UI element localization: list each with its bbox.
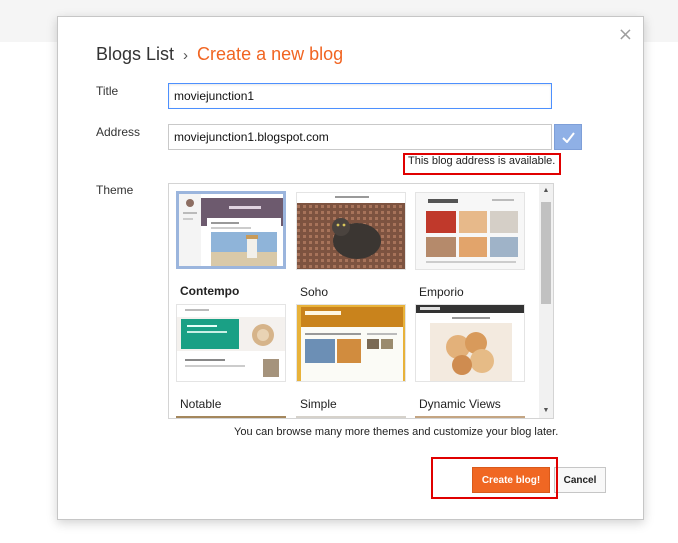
breadcrumb-separator: › <box>183 47 189 64</box>
theme-name-notable: Notable <box>180 397 222 411</box>
scroll-thumb[interactable] <box>541 202 551 304</box>
theme-scrollbar[interactable]: ▲ ▼ <box>539 184 553 418</box>
scroll-up-arrow-icon[interactable]: ▲ <box>539 184 553 198</box>
theme-picker[interactable]: Contempo Soho Emporio Notable Simple Dyn… <box>168 183 554 419</box>
address-input[interactable] <box>168 124 552 150</box>
theme-name-emporio: Emporio <box>419 285 464 299</box>
breadcrumb-current: Create a new blog <box>197 44 344 64</box>
theme-thumbnail-emporio <box>415 192 525 270</box>
address-label: Address <box>96 125 141 139</box>
title-input[interactable] <box>168 83 552 109</box>
theme-thumbnail-dynamic-views <box>415 304 525 382</box>
theme-name-dynamic-views: Dynamic Views <box>419 397 501 411</box>
close-icon[interactable]: × <box>618 25 633 45</box>
address-check-button[interactable] <box>554 124 582 150</box>
availability-highlight <box>403 153 561 175</box>
title-label: Title <box>96 84 119 98</box>
theme-hint-text: You can browse many more themes and cust… <box>234 426 559 438</box>
theme-thumbnail-soho <box>296 192 406 270</box>
theme-label: Theme <box>96 183 134 197</box>
theme-name-simple: Simple <box>300 397 337 411</box>
theme-thumbnail-notable <box>176 304 286 382</box>
theme-name-contempo: Contempo <box>180 284 240 298</box>
check-icon <box>561 131 575 143</box>
create-button-highlight <box>431 457 558 499</box>
cancel-button[interactable]: Cancel <box>554 467 606 493</box>
create-blog-dialog: × Blogs List › Create a new blog Title Add… <box>57 16 644 520</box>
theme-card-peek <box>415 416 525 418</box>
breadcrumb-blogs-list[interactable]: Blogs List <box>96 44 174 64</box>
theme-thumbnail-simple <box>296 304 406 382</box>
theme-card-peek <box>176 416 286 418</box>
theme-thumbnail-contempo <box>176 191 286 269</box>
breadcrumb: Blogs List › Create a new blog <box>96 44 343 65</box>
scroll-down-arrow-icon[interactable]: ▼ <box>539 404 553 418</box>
theme-name-soho: Soho <box>300 285 329 299</box>
theme-card-peek <box>296 416 406 418</box>
